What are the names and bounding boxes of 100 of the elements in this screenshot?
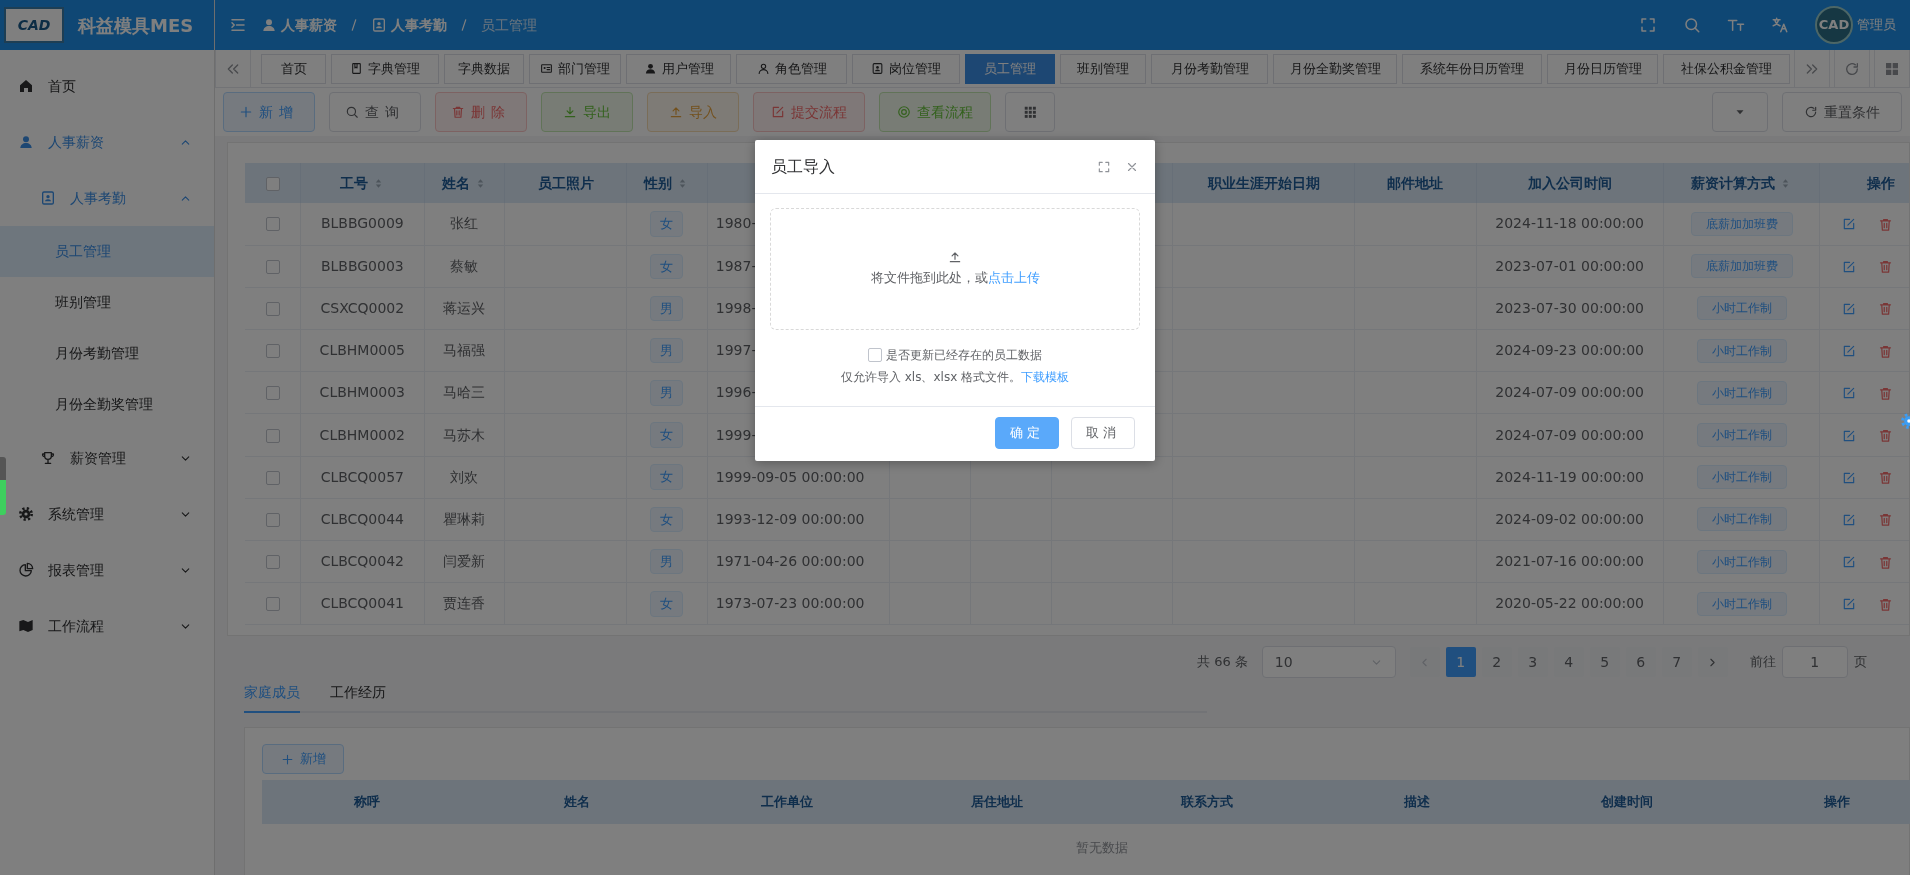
menu-icon[interactable]: [229, 16, 247, 34]
toolbar-button[interactable]: 提交流程: [753, 92, 865, 132]
sidebar-item[interactable]: 月份全勤奖管理: [0, 379, 214, 430]
tab[interactable]: 系统年份日历管理: [1402, 53, 1542, 84]
trash-icon[interactable]: [1878, 216, 1894, 232]
trash-icon[interactable]: [1878, 512, 1894, 528]
breadcrumb-item[interactable]: 人事薪资: [261, 14, 337, 36]
dropdown-button[interactable]: [1712, 92, 1768, 132]
confirm-button[interactable]: 确定: [995, 417, 1059, 449]
table-cell: 2021-07-16 00:00:00: [1476, 540, 1664, 583]
edit-icon[interactable]: [1842, 470, 1857, 485]
circle-icon: [897, 105, 911, 119]
edit-icon[interactable]: [1842, 301, 1857, 316]
page-size-select[interactable]: 10: [1261, 646, 1396, 678]
checkbox[interactable]: [265, 470, 280, 485]
fullscreen-icon[interactable]: [1097, 159, 1111, 174]
page-suffix: 页: [1853, 653, 1867, 672]
tab[interactable]: 员工管理: [965, 53, 1055, 84]
side-handle[interactable]: [0, 457, 6, 515]
pay-type-tag: 小时工作制: [1696, 507, 1787, 532]
edit-icon[interactable]: [1842, 597, 1857, 612]
checkbox[interactable]: [265, 597, 280, 612]
tab[interactable]: 班别管理: [1060, 53, 1146, 84]
column-header: 姓名: [563, 793, 591, 812]
trash-icon[interactable]: [1878, 554, 1894, 570]
upload-area[interactable]: 将文件拖到此处，或点击上传: [770, 208, 1140, 330]
toolbar-button[interactable]: 导出: [541, 92, 633, 132]
trash-icon[interactable]: [1878, 470, 1894, 486]
user-name[interactable]: 管理员: [1857, 15, 1896, 35]
sidebar-item[interactable]: 工作流程: [0, 598, 214, 654]
tab[interactable]: 字典数据: [444, 53, 524, 84]
tab[interactable]: 字典管理: [331, 53, 439, 84]
trash-icon[interactable]: [1878, 428, 1894, 444]
sidebar-item[interactable]: 员工管理: [0, 226, 214, 277]
tab[interactable]: 月份日历管理: [1547, 53, 1658, 84]
translate-icon[interactable]: [1771, 16, 1789, 34]
tab[interactable]: 首页: [261, 53, 326, 84]
sidebar-item[interactable]: 人事薪资: [0, 114, 214, 170]
page-button[interactable]: 1: [1445, 647, 1476, 677]
toolbar-button[interactable]: 查看流程: [879, 92, 991, 132]
edit-icon[interactable]: [1842, 217, 1857, 232]
checkbox[interactable]: [265, 512, 280, 527]
trash-icon[interactable]: [1878, 343, 1894, 359]
column-header: 操作: [1866, 174, 1895, 191]
column-header: 创建时间: [1600, 793, 1654, 812]
sidebar-item[interactable]: 月份考勤管理: [0, 328, 214, 379]
tab[interactable]: 家庭成员: [244, 674, 300, 713]
breadcrumb-item[interactable]: 人事考勤: [371, 14, 447, 36]
avatar[interactable]: CAD: [1815, 6, 1853, 44]
edit-icon[interactable]: [1842, 428, 1857, 443]
edit-icon[interactable]: [1842, 555, 1857, 570]
refresh-button[interactable]: [1834, 50, 1870, 87]
reset-button[interactable]: 重置条件: [1782, 92, 1902, 132]
trash-icon[interactable]: [1878, 259, 1894, 275]
edit-icon[interactable]: [1842, 386, 1857, 401]
toolbar-button[interactable]: 导入: [647, 92, 739, 132]
sidebar-item[interactable]: 首页: [0, 58, 214, 114]
tab[interactable]: 月份全勤奖管理: [1273, 53, 1397, 84]
sidebar-item[interactable]: 人事考勤: [0, 170, 214, 226]
edit-icon[interactable]: [1842, 344, 1857, 359]
edit-icon[interactable]: [1842, 512, 1857, 527]
pay-type-tag: 底薪加加班费: [1690, 211, 1793, 236]
checkbox[interactable]: [265, 301, 280, 316]
checkbox[interactable]: [265, 386, 280, 401]
table-cell: 2023-07-01 00:00:00: [1476, 245, 1664, 288]
add-button[interactable]: 新增: [262, 744, 344, 774]
edit-icon[interactable]: [1842, 259, 1857, 274]
fullscreen-icon[interactable]: [1639, 16, 1657, 34]
gender-tag: 男: [650, 337, 684, 364]
toolbar-button[interactable]: 删除: [435, 92, 527, 132]
tab[interactable]: 部门管理: [529, 53, 621, 84]
checkbox[interactable]: [265, 555, 280, 570]
checkbox[interactable]: [265, 344, 280, 359]
column-settings-button[interactable]: [1005, 92, 1055, 132]
tab[interactable]: 工作经历: [330, 674, 386, 713]
page-input[interactable]: 1: [1781, 646, 1848, 678]
checkbox[interactable]: [265, 428, 280, 443]
cancel-button[interactable]: 取消: [1071, 417, 1135, 449]
tab-menu-button[interactable]: [1874, 50, 1910, 87]
trash-icon[interactable]: [1878, 301, 1894, 317]
tab[interactable]: 社保公积金管理: [1663, 53, 1790, 84]
tab[interactable]: 月份考勤管理: [1151, 53, 1268, 84]
trash-icon[interactable]: [1878, 385, 1894, 401]
sidebar-item[interactable]: 班别管理: [0, 277, 214, 328]
scroll-left-button[interactable]: [215, 50, 251, 87]
checkbox[interactable]: [265, 259, 280, 274]
column-header: 工作单位: [760, 793, 814, 812]
scroll-right-button[interactable]: [1794, 50, 1830, 87]
template-link[interactable]: 下载模板: [1021, 370, 1070, 384]
tab[interactable]: 岗位管理: [852, 53, 960, 84]
trash-icon[interactable]: [1878, 596, 1894, 612]
checkbox[interactable]: [265, 217, 280, 232]
tab[interactable]: 用户管理: [626, 53, 731, 84]
sidebar-item[interactable]: 报表管理: [0, 542, 214, 598]
toolbar-button[interactable]: 新增: [223, 92, 315, 132]
toolbar-button[interactable]: 查询: [329, 92, 421, 132]
upload-link[interactable]: 点击上传: [987, 270, 1040, 286]
search-icon[interactable]: [1683, 16, 1701, 34]
checkbox[interactable]: [265, 176, 280, 191]
tab[interactable]: 角色管理: [736, 53, 847, 84]
